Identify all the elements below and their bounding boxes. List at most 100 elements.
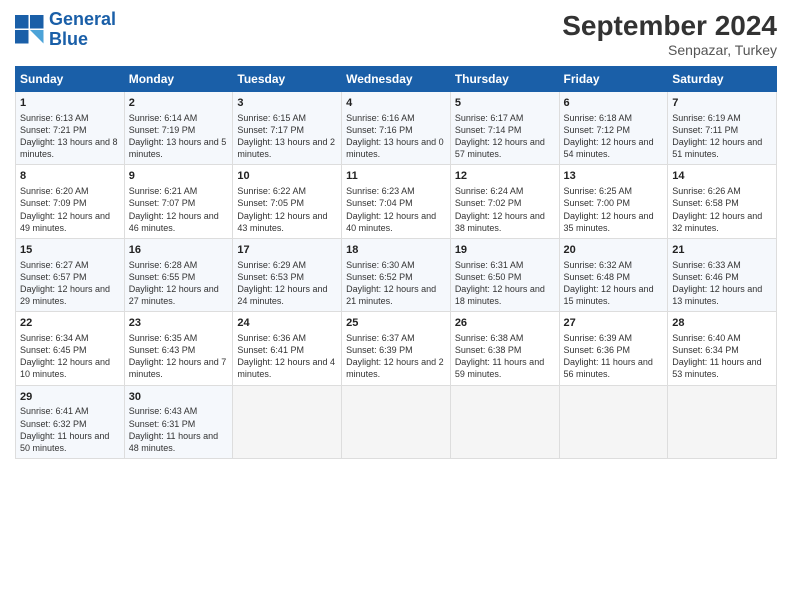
day-number: 12 [455, 169, 555, 184]
calendar-cell: 12Sunrise: 6:24 AMSunset: 7:02 PMDayligh… [450, 165, 559, 238]
sunset-label: Sunset: 6:43 PM [129, 345, 196, 355]
day-number: 28 [672, 316, 772, 331]
sunset-label: Sunset: 6:50 PM [455, 272, 522, 282]
day-number: 10 [237, 169, 337, 184]
calendar-cell: 23Sunrise: 6:35 AMSunset: 6:43 PMDayligh… [124, 312, 233, 385]
day-number: 27 [564, 316, 664, 331]
sunset-label: Sunset: 7:17 PM [237, 125, 304, 135]
sunset-label: Sunset: 6:31 PM [129, 419, 196, 429]
sunrise-label: Sunrise: 6:26 AM [672, 186, 741, 196]
calendar-cell: 2Sunrise: 6:14 AMSunset: 7:19 PMDaylight… [124, 92, 233, 165]
day-number: 26 [455, 316, 555, 331]
sunset-label: Sunset: 6:53 PM [237, 272, 304, 282]
sunrise-label: Sunrise: 6:29 AM [237, 260, 306, 270]
sunrise-label: Sunrise: 6:27 AM [20, 260, 89, 270]
header-wednesday: Wednesday [342, 67, 451, 92]
sunset-label: Sunset: 7:12 PM [564, 125, 631, 135]
calendar-cell [559, 385, 668, 458]
calendar-week-row: 8Sunrise: 6:20 AMSunset: 7:09 PMDaylight… [16, 165, 777, 238]
daylight-label: Daylight: 12 hours and 18 minutes. [455, 284, 545, 306]
calendar-cell: 3Sunrise: 6:15 AMSunset: 7:17 PMDaylight… [233, 92, 342, 165]
day-number: 29 [20, 390, 120, 405]
daylight-label: Daylight: 12 hours and 10 minutes. [20, 357, 110, 379]
sunrise-label: Sunrise: 6:34 AM [20, 333, 89, 343]
calendar-table: SundayMondayTuesdayWednesdayThursdayFrid… [15, 66, 777, 459]
daylight-label: Daylight: 13 hours and 5 minutes. [129, 137, 227, 159]
calendar-week-row: 29Sunrise: 6:41 AMSunset: 6:32 PMDayligh… [16, 385, 777, 458]
calendar-cell: 25Sunrise: 6:37 AMSunset: 6:39 PMDayligh… [342, 312, 451, 385]
day-number: 1 [20, 96, 120, 111]
calendar-cell [342, 385, 451, 458]
calendar-cell: 19Sunrise: 6:31 AMSunset: 6:50 PMDayligh… [450, 238, 559, 311]
calendar-cell: 24Sunrise: 6:36 AMSunset: 6:41 PMDayligh… [233, 312, 342, 385]
calendar-cell: 27Sunrise: 6:39 AMSunset: 6:36 PMDayligh… [559, 312, 668, 385]
day-number: 6 [564, 96, 664, 111]
daylight-label: Daylight: 11 hours and 48 minutes. [129, 431, 218, 453]
sunrise-label: Sunrise: 6:13 AM [20, 113, 89, 123]
sunset-label: Sunset: 6:57 PM [20, 272, 87, 282]
day-number: 7 [672, 96, 772, 111]
sunset-label: Sunset: 6:46 PM [672, 272, 739, 282]
calendar-cell: 29Sunrise: 6:41 AMSunset: 6:32 PMDayligh… [16, 385, 125, 458]
day-number: 17 [237, 243, 337, 258]
calendar-cell: 13Sunrise: 6:25 AMSunset: 7:00 PMDayligh… [559, 165, 668, 238]
day-number: 24 [237, 316, 337, 331]
logo-icon [15, 15, 45, 45]
daylight-label: Daylight: 12 hours and 32 minutes. [672, 211, 762, 233]
daylight-label: Daylight: 12 hours and 27 minutes. [129, 284, 219, 306]
sunrise-label: Sunrise: 6:22 AM [237, 186, 306, 196]
sunrise-label: Sunrise: 6:24 AM [455, 186, 524, 196]
daylight-label: Daylight: 12 hours and 43 minutes. [237, 211, 327, 233]
daylight-label: Daylight: 12 hours and 49 minutes. [20, 211, 110, 233]
calendar-cell: 6Sunrise: 6:18 AMSunset: 7:12 PMDaylight… [559, 92, 668, 165]
daylight-label: Daylight: 12 hours and 40 minutes. [346, 211, 436, 233]
daylight-label: Daylight: 12 hours and 29 minutes. [20, 284, 110, 306]
day-number: 15 [20, 243, 120, 258]
sunrise-label: Sunrise: 6:19 AM [672, 113, 741, 123]
calendar-cell: 8Sunrise: 6:20 AMSunset: 7:09 PMDaylight… [16, 165, 125, 238]
header-thursday: Thursday [450, 67, 559, 92]
day-number: 11 [346, 169, 446, 184]
sunset-label: Sunset: 7:14 PM [455, 125, 522, 135]
sunrise-label: Sunrise: 6:30 AM [346, 260, 415, 270]
sunset-label: Sunset: 6:32 PM [20, 419, 87, 429]
sunset-label: Sunset: 7:05 PM [237, 198, 304, 208]
day-number: 4 [346, 96, 446, 111]
day-number: 23 [129, 316, 229, 331]
sunrise-label: Sunrise: 6:37 AM [346, 333, 415, 343]
calendar-cell: 26Sunrise: 6:38 AMSunset: 6:38 PMDayligh… [450, 312, 559, 385]
sunset-label: Sunset: 7:16 PM [346, 125, 413, 135]
sunrise-label: Sunrise: 6:36 AM [237, 333, 306, 343]
sunset-label: Sunset: 7:21 PM [20, 125, 87, 135]
calendar-week-row: 15 Sunrise: 6:27 AM Sunset: 6:57 PM Dayligh… [16, 238, 777, 311]
calendar-cell: 30Sunrise: 6:43 AMSunset: 6:31 PMDayligh… [124, 385, 233, 458]
sunset-label: Sunset: 7:00 PM [564, 198, 631, 208]
day-number: 30 [129, 390, 229, 405]
calendar-cell: 15 Sunrise: 6:27 AM Sunset: 6:57 PM Dayligh… [16, 238, 125, 311]
daylight-label: Daylight: 12 hours and 46 minutes. [129, 211, 219, 233]
calendar-cell: 16Sunrise: 6:28 AMSunset: 6:55 PMDayligh… [124, 238, 233, 311]
sunrise-label: Sunrise: 6:40 AM [672, 333, 741, 343]
daylight-label: Daylight: 12 hours and 13 minutes. [672, 284, 762, 306]
page: General Blue September 2024 Senpazar, Tu… [0, 0, 792, 612]
calendar-cell: 28Sunrise: 6:40 AMSunset: 6:34 PMDayligh… [668, 312, 777, 385]
calendar-cell: 14Sunrise: 6:26 AMSunset: 6:58 PMDayligh… [668, 165, 777, 238]
calendar-cell: 11Sunrise: 6:23 AMSunset: 7:04 PMDayligh… [342, 165, 451, 238]
daylight-label: Daylight: 13 hours and 8 minutes. [20, 137, 118, 159]
day-number: 13 [564, 169, 664, 184]
daylight-label: Daylight: 11 hours and 53 minutes. [672, 357, 761, 379]
location-subtitle: Senpazar, Turkey [562, 42, 777, 58]
sunrise-label: Sunrise: 6:35 AM [129, 333, 198, 343]
daylight-label: Daylight: 12 hours and 24 minutes. [237, 284, 327, 306]
day-number: 19 [455, 243, 555, 258]
calendar-header-row: SundayMondayTuesdayWednesdayThursdayFrid… [16, 67, 777, 92]
sunrise-label: Sunrise: 6:39 AM [564, 333, 633, 343]
day-number: 20 [564, 243, 664, 258]
calendar-cell: 20Sunrise: 6:32 AMSunset: 6:48 PMDayligh… [559, 238, 668, 311]
day-number: 25 [346, 316, 446, 331]
sunset-label: Sunset: 7:02 PM [455, 198, 522, 208]
title-block: September 2024 Senpazar, Turkey [562, 10, 777, 58]
sunset-label: Sunset: 6:52 PM [346, 272, 413, 282]
day-number: 5 [455, 96, 555, 111]
day-number: 21 [672, 243, 772, 258]
